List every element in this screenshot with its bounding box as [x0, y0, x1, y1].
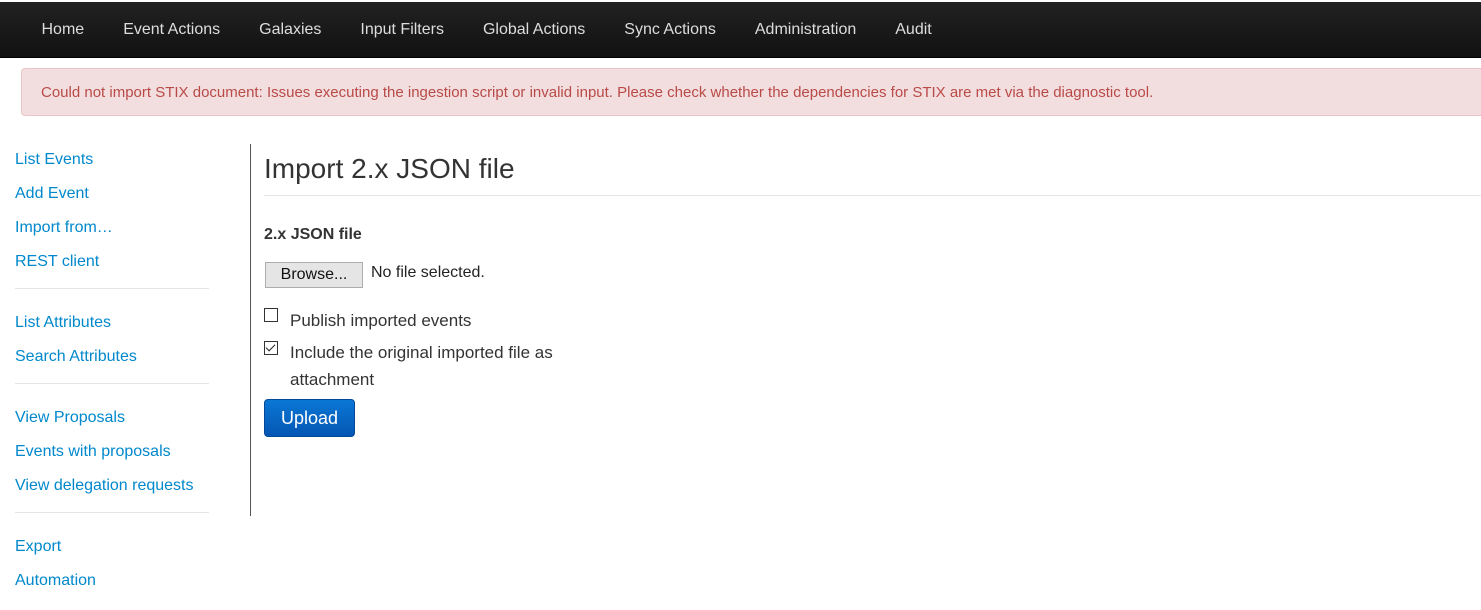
nav-audit[interactable]: Audit: [876, 2, 951, 57]
file-status-text: No file selected.: [371, 264, 485, 281]
sidebar-item-list-events[interactable]: List Events: [15, 148, 210, 182]
error-alert: Could not import STIX document: Issues e…: [21, 68, 1481, 116]
nav-event-actions[interactable]: Event Actions: [104, 2, 240, 57]
sidebar-item-export[interactable]: Export: [15, 535, 210, 569]
sidebar-item-import-from[interactable]: Import from…: [15, 216, 210, 250]
nav-sync-actions[interactable]: Sync Actions: [605, 2, 736, 57]
upload-button[interactable]: Upload: [264, 399, 355, 437]
top-navbar: Home Event Actions Galaxies Input Filter…: [0, 2, 1481, 58]
main-nav: Home Event Actions Galaxies Input Filter…: [22, 2, 951, 57]
publish-checkbox[interactable]: [264, 308, 278, 322]
sidebar-separator: [250, 144, 251, 516]
include-original-checkbox[interactable]: [264, 341, 278, 355]
browse-button[interactable]: Browse...: [265, 262, 363, 288]
sidebar-divider: [15, 288, 209, 289]
sidebar-divider: [15, 383, 209, 384]
sidebar-item-rest-client[interactable]: REST client: [15, 250, 210, 284]
sidebar-divider: [15, 512, 209, 513]
sidebar-item-list-attributes[interactable]: List Attributes: [15, 311, 210, 345]
error-alert-message: Could not import STIX document: Issues e…: [41, 84, 1154, 101]
nav-input-filters[interactable]: Input Filters: [341, 2, 464, 57]
sidebar-item-automation[interactable]: Automation: [15, 569, 210, 603]
include-original-checkbox-label-cont[interactable]: attachment: [290, 366, 374, 393]
publish-checkbox-label[interactable]: Publish imported events: [290, 307, 471, 334]
sidebar-item-add-event[interactable]: Add Event: [15, 182, 210, 216]
sidebar-item-view-proposals[interactable]: View Proposals: [15, 406, 210, 440]
page-title: Import 2.x JSON file: [264, 153, 515, 184]
sidebar: List Events Add Event Import from… REST …: [15, 148, 210, 603]
sidebar-item-events-with-proposals[interactable]: Events with proposals: [15, 440, 210, 474]
nav-galaxies[interactable]: Galaxies: [240, 2, 341, 57]
title-divider: [264, 195, 1481, 196]
nav-administration[interactable]: Administration: [735, 2, 875, 57]
sidebar-item-search-attributes[interactable]: Search Attributes: [15, 345, 210, 379]
include-original-checkbox-label[interactable]: Include the original imported file as: [290, 339, 553, 366]
file-field-label: 2.x JSON file: [264, 226, 362, 243]
nav-global-actions[interactable]: Global Actions: [463, 2, 604, 57]
nav-home[interactable]: Home: [22, 2, 104, 57]
sidebar-item-view-delegation-requests[interactable]: View delegation requests: [15, 474, 210, 508]
